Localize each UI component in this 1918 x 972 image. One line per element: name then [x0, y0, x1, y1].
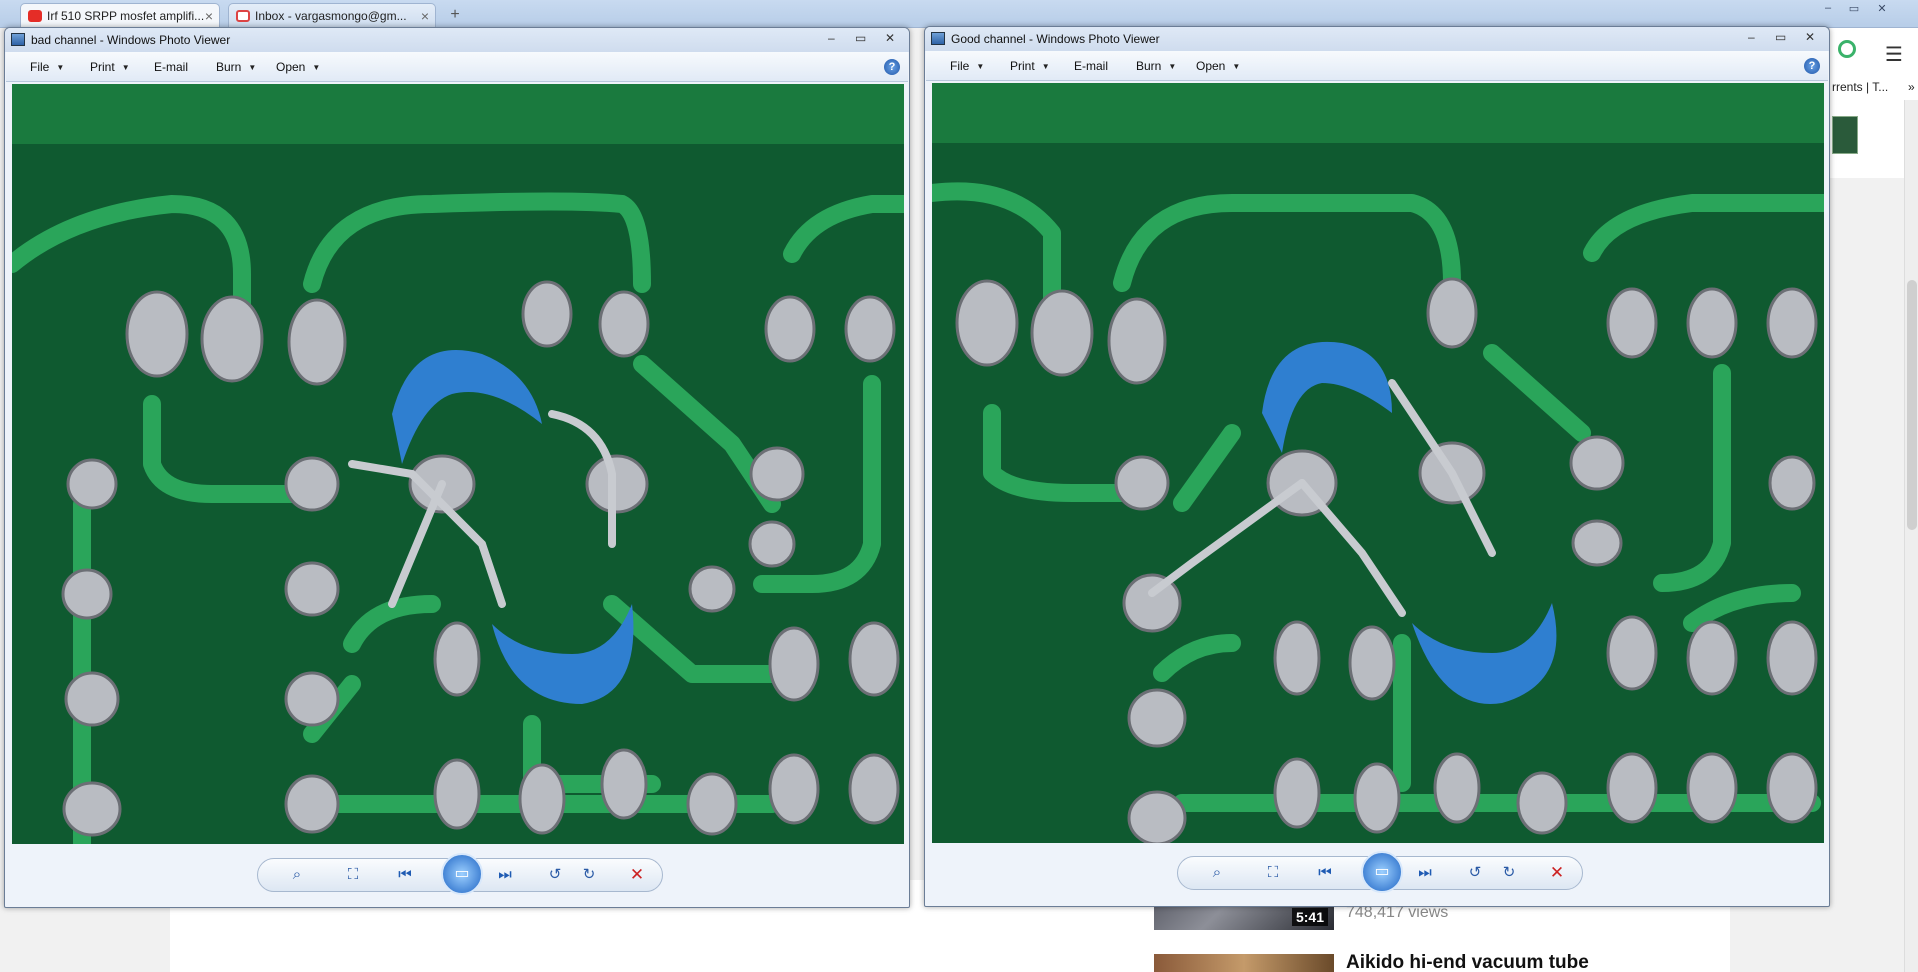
rotate-right-icon[interactable]: ↻	[576, 864, 602, 886]
more-bookmarks-button[interactable]: »	[1908, 80, 1915, 94]
scrollbar-thumb[interactable]	[1907, 280, 1917, 530]
delete-icon[interactable]: ✕	[1544, 862, 1570, 884]
menu-label: Open	[1196, 59, 1226, 73]
tab-label: Irf 510 SRPP mosfet amplifi...	[47, 9, 205, 23]
menu-bar: File ▼ Print ▼ E-mail Burn ▼ Open ▼ ?	[926, 51, 1828, 81]
menu-label: Burn	[216, 60, 242, 74]
page-scrollbar[interactable]	[1904, 100, 1918, 972]
new-tab-button[interactable]: +	[444, 6, 466, 24]
photo-viewer-app-icon	[931, 32, 945, 45]
viewer-toolbar: ⌕ ⛶ ⏮ ▭ ⏭ ↺ ↻ ✕	[257, 853, 663, 895]
dropdown-arrow-icon: ▼	[976, 62, 985, 72]
tab-label: Inbox - vargasmongo@gm...	[255, 9, 407, 23]
delete-icon[interactable]: ✕	[624, 864, 650, 886]
menu-file[interactable]: File ▼	[950, 59, 984, 73]
dropdown-arrow-icon: ▼	[312, 63, 321, 73]
menu-print[interactable]: Print ▼	[90, 60, 130, 74]
maximize-button[interactable]: ▭	[1768, 29, 1794, 45]
menu-label: E-mail	[1074, 59, 1109, 73]
photo-viewer-window-bad[interactable]: bad channel - Windows Photo Viewer – ▭ ✕…	[4, 27, 910, 908]
minimize-button[interactable]: –	[1738, 29, 1764, 45]
zoom-icon[interactable]: ⌕	[1204, 862, 1230, 884]
gmail-icon	[236, 10, 250, 22]
video-duration: 5:41	[1291, 908, 1328, 926]
menu-open[interactable]: Open ▼	[1196, 59, 1240, 73]
menu-label: Open	[276, 60, 306, 74]
browser-tab-bar: Irf 510 SRPP mosfet amplifi... × Inbox -…	[0, 0, 1918, 29]
bookmark-label[interactable]: rrents | T...	[1832, 80, 1888, 94]
viewer-toolbar: ⌕ ⛶ ⏮ ▭ ⏭ ↺ ↻ ✕	[1177, 851, 1583, 893]
browser-tab-gmail[interactable]: Inbox - vargasmongo@gm... ×	[228, 3, 436, 28]
menu-print[interactable]: Print ▼	[1010, 59, 1050, 73]
close-tab-icon[interactable]: ×	[205, 4, 213, 28]
pcb-image	[12, 84, 904, 844]
zoom-icon[interactable]: ⌕	[284, 864, 310, 886]
window-titlebar[interactable]: Good channel - Windows Photo Viewer – ▭ …	[925, 27, 1829, 51]
menu-burn[interactable]: Burn ▼	[216, 60, 256, 74]
menu-label: File	[950, 59, 970, 73]
dropdown-arrow-icon: ▼	[1041, 62, 1050, 72]
dropdown-arrow-icon: ▼	[121, 63, 130, 73]
rotate-right-icon[interactable]: ↻	[1496, 862, 1522, 884]
dropdown-arrow-icon: ▼	[56, 63, 65, 73]
next-icon[interactable]: ⏭	[1412, 862, 1438, 884]
menu-label: File	[30, 60, 50, 74]
help-icon[interactable]: ?	[1804, 58, 1820, 74]
dropdown-arrow-icon: ▼	[1168, 62, 1177, 72]
menu-label: Burn	[1136, 59, 1162, 73]
fit-window-icon[interactable]: ⛶	[340, 864, 366, 886]
video-title[interactable]: Aikido hi-end vacuum tube	[1346, 952, 1589, 972]
previous-icon[interactable]: ⏮	[1312, 862, 1338, 884]
menu-email[interactable]: E-mail	[1074, 59, 1108, 73]
photo-pcb-good-channel	[932, 83, 1824, 843]
rotate-left-icon[interactable]: ↺	[1462, 862, 1488, 884]
youtube-icon	[28, 10, 42, 22]
window-title: bad channel - Windows Photo Viewer	[31, 33, 231, 47]
menu-label: E-mail	[154, 60, 189, 74]
extension-icon[interactable]	[1838, 40, 1856, 58]
menu-label: Print	[1010, 59, 1035, 73]
maximize-button[interactable]: ▭	[848, 30, 874, 46]
browser-tab-youtube[interactable]: Irf 510 SRPP mosfet amplifi... ×	[20, 3, 220, 29]
hamburger-menu-icon[interactable]: ☰	[1885, 42, 1903, 67]
dropdown-arrow-icon: ▼	[1232, 62, 1241, 72]
menu-label: Print	[90, 60, 115, 74]
menu-burn[interactable]: Burn ▼	[1136, 59, 1176, 73]
menu-email[interactable]: E-mail	[154, 60, 188, 74]
dropdown-arrow-icon: ▼	[248, 63, 257, 73]
help-icon[interactable]: ?	[884, 59, 900, 75]
window-titlebar[interactable]: bad channel - Windows Photo Viewer – ▭ ✕	[5, 28, 909, 52]
window-title: Good channel - Windows Photo Viewer	[951, 32, 1160, 46]
browser-close-button[interactable]: ✕	[1872, 2, 1892, 16]
photo-viewer-window-good[interactable]: Good channel - Windows Photo Viewer – ▭ …	[924, 26, 1830, 907]
video-thumbnail[interactable]	[1154, 954, 1334, 972]
menu-file[interactable]: File ▼	[30, 60, 64, 74]
close-button[interactable]: ✕	[877, 30, 903, 46]
menu-bar: File ▼ Print ▼ E-mail Burn ▼ Open ▼ ?	[6, 52, 908, 82]
close-tab-icon[interactable]: ×	[421, 4, 429, 28]
next-icon[interactable]: ⏭	[492, 864, 518, 886]
browser-minimize-button[interactable]: –	[1818, 2, 1838, 16]
rotate-left-icon[interactable]: ↺	[542, 864, 568, 886]
menu-open[interactable]: Open ▼	[276, 60, 320, 74]
close-button[interactable]: ✕	[1797, 29, 1823, 45]
slideshow-icon[interactable]: ▭	[1361, 851, 1403, 893]
slideshow-icon[interactable]: ▭	[441, 853, 483, 895]
photo-viewer-app-icon	[11, 33, 25, 46]
pcb-image	[932, 83, 1824, 843]
browser-maximize-button[interactable]: ▭	[1844, 2, 1864, 16]
fit-window-icon[interactable]: ⛶	[1260, 862, 1286, 884]
photo-pcb-bad-channel	[12, 84, 904, 844]
previous-icon[interactable]: ⏮	[392, 864, 418, 886]
channel-logo[interactable]	[1832, 116, 1858, 154]
minimize-button[interactable]: –	[818, 30, 844, 46]
